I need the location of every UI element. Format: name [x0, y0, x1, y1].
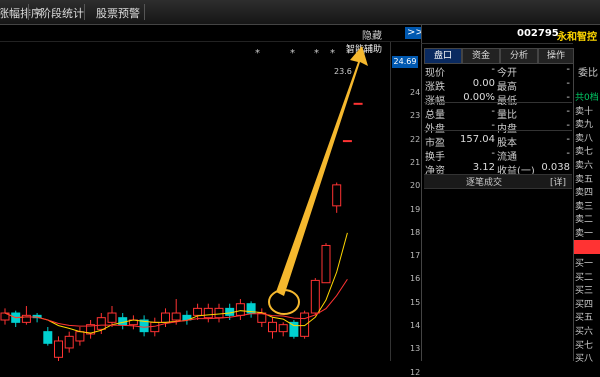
candlestick-chart: [0, 46, 368, 361]
divider: [424, 130, 572, 131]
stock-name: 永和智控: [557, 32, 597, 43]
buy-level: 买四: [575, 299, 594, 310]
quote-value: -: [566, 106, 570, 117]
sell-level: 卖九: [575, 120, 594, 131]
sell-level: 卖十: [575, 106, 594, 117]
quote-value: -: [491, 106, 495, 117]
buy-level: 买六: [575, 327, 594, 337]
candle-body: [353, 102, 363, 105]
quote-value: 3.12: [472, 162, 495, 173]
quote-label: 市盈: [425, 138, 445, 149]
candle-body: [278, 324, 288, 333]
quote-label: 总量: [425, 110, 445, 121]
divider: [424, 102, 572, 103]
candle-body: [193, 307, 203, 316]
candle-body: [300, 312, 310, 337]
sell-level: 卖七: [575, 147, 594, 158]
sell-level: 卖四: [575, 188, 594, 199]
buy-level: 买七: [575, 340, 594, 351]
quote-label: 内盘: [497, 120, 517, 135]
quote-value: -: [566, 78, 570, 89]
sell-level: 卖三: [575, 201, 594, 212]
buy-level: 买二: [575, 272, 594, 283]
quote-label: 外盘: [425, 120, 445, 135]
spread-bar: [574, 240, 600, 254]
quote-label: 最低: [497, 92, 517, 107]
trade-ticker-title: 逐笔成交: [466, 178, 503, 188]
quote-value: -: [566, 134, 570, 145]
buy-level: 买三: [575, 286, 594, 297]
sell-level: 卖五: [575, 174, 594, 185]
quote-value: 157.04: [460, 134, 495, 145]
candle-body: [43, 331, 53, 344]
candle-body: [268, 321, 277, 333]
quote-value: -: [491, 148, 495, 159]
tab-operation[interactable]: 操作: [538, 48, 574, 64]
sell-level: 卖六: [575, 161, 594, 171]
quote-value: -: [491, 64, 495, 75]
candle-body: [21, 314, 31, 323]
candle-body: [310, 279, 320, 314]
sell-level: 卖一: [575, 229, 594, 239]
candle-body: [161, 312, 170, 323]
quote-label: 量比: [497, 110, 517, 121]
quote-value: -: [566, 64, 570, 75]
candle-body: [225, 307, 235, 316]
candle-body: [203, 307, 213, 319]
candle-body: [96, 317, 106, 330]
candle-body: [75, 331, 85, 342]
quote-label: 股本: [497, 138, 517, 149]
quote-value: 0.00: [472, 78, 495, 89]
price-axis-tick: 12: [410, 367, 421, 377]
quote-label: 涨跌: [425, 82, 445, 93]
candle-body: [342, 140, 352, 143]
quote-value: -: [566, 148, 570, 159]
quote-label: 换手: [425, 152, 445, 163]
buy-level: 买一: [575, 259, 594, 269]
quote-label: 流通: [497, 152, 517, 163]
quote-label: 最高: [497, 82, 517, 93]
buy-level: 买八: [575, 354, 594, 365]
quote-label: 今开: [497, 68, 517, 79]
candle-body: [118, 317, 128, 326]
quote-label: 涨幅: [425, 92, 445, 107]
stock-code: 002795: [517, 28, 559, 39]
quote-value: 0.038: [541, 162, 570, 173]
candle-body: [332, 184, 342, 207]
sell-level: 共0档: [575, 93, 599, 103]
tab-order-book[interactable]: 盘口: [424, 48, 462, 64]
tab-analysis[interactable]: 分析: [500, 48, 538, 64]
candle-body: [214, 307, 224, 319]
quote-label: 现价: [425, 68, 445, 79]
candle-body: [321, 244, 331, 284]
detail-link[interactable]: [详]: [550, 175, 566, 188]
sell-level: 卖八: [575, 133, 594, 144]
candle-body: [235, 303, 245, 316]
candle-body: [54, 340, 63, 358]
candle-body: [171, 312, 181, 321]
candle-body: [107, 312, 117, 323]
sell-level: 卖二: [575, 215, 594, 226]
buy-level: 买五: [575, 313, 594, 324]
candle-body: [64, 335, 74, 349]
tab-funds[interactable]: 资金: [462, 48, 500, 64]
